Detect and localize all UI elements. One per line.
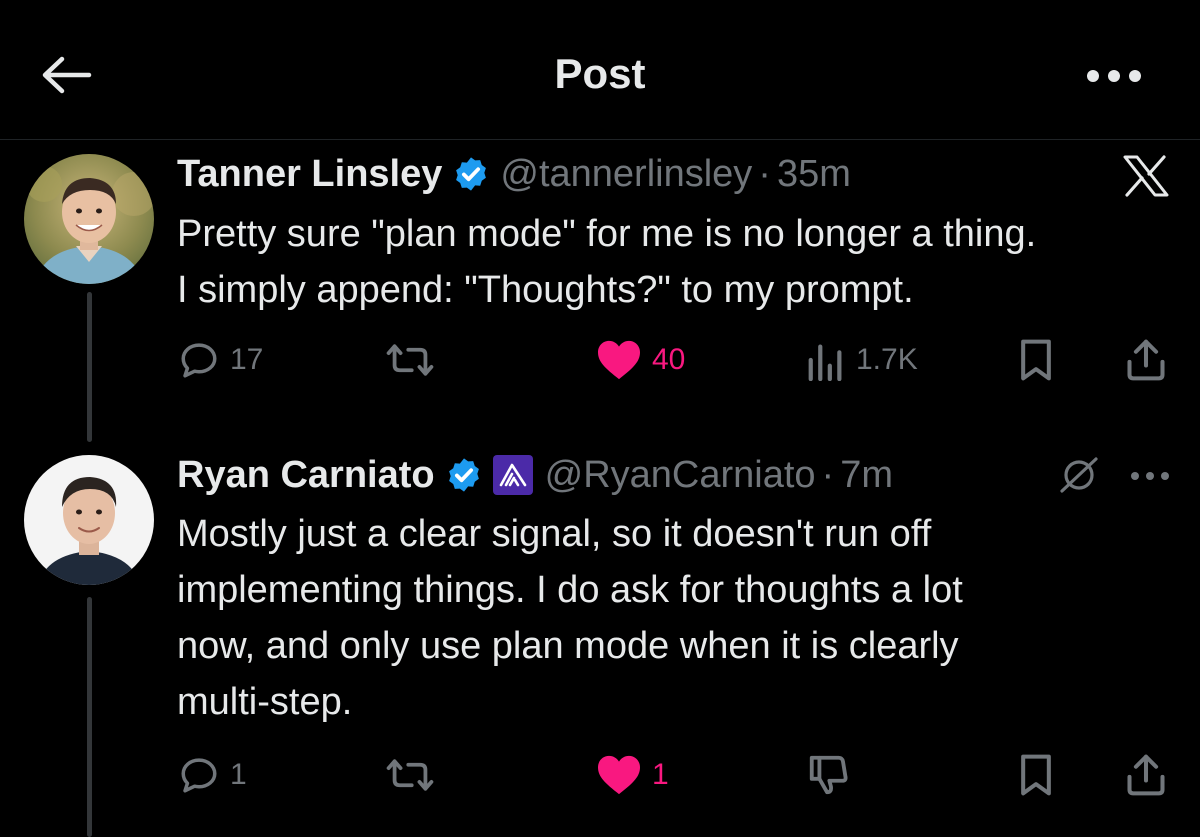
avatar-image	[24, 455, 154, 585]
share-button[interactable]	[1124, 335, 1168, 385]
post-timestamp[interactable]: 7m	[840, 454, 893, 497]
solid-js-logo-icon[interactable]	[492, 455, 533, 495]
post-text-line: Pretty sure "plan mode" for me is no lon…	[177, 213, 1037, 255]
reply-button[interactable]: 17	[178, 335, 263, 385]
verified-badge-icon[interactable]	[445, 456, 483, 494]
reply-count: 1	[230, 758, 247, 791]
thread-connector-line	[87, 292, 92, 442]
reply-button[interactable]: 1	[178, 750, 247, 800]
post-author: Ryan Carniato @RyanCarniato · 7m	[177, 451, 893, 499]
post-body: Mostly just a clear signal, so it doesn'…	[177, 506, 1177, 730]
views-button[interactable]: 1.7K	[806, 335, 918, 385]
share-icon	[1127, 339, 1165, 381]
avatar[interactable]	[24, 154, 154, 284]
more-options-button[interactable]	[1082, 58, 1146, 94]
post-author: Tanner Linsley @tannerlinsley · 35m	[177, 150, 851, 198]
author-name[interactable]: Ryan Carniato	[177, 454, 435, 497]
author-name[interactable]: Tanner Linsley	[177, 153, 442, 196]
author-handle[interactable]: @tannerlinsley	[500, 153, 752, 196]
verified-badge-icon[interactable]	[452, 155, 490, 193]
like-button[interactable]: 1	[596, 750, 669, 800]
reply-icon	[181, 758, 217, 793]
x-logo-icon	[1120, 153, 1172, 199]
downvote-button[interactable]	[806, 750, 852, 800]
bookmark-icon	[1021, 339, 1051, 381]
post-text-line: multi-step.	[177, 681, 353, 723]
bookmark-icon	[1021, 754, 1051, 796]
post-text-line: Mostly just a clear signal, so it doesn'…	[177, 513, 932, 555]
heart-filled-icon	[598, 340, 640, 380]
post-text-line: implementing things. I do ask for though…	[177, 569, 963, 611]
author-handle[interactable]: @RyanCarniato	[545, 454, 816, 497]
views-chart-icon	[808, 344, 842, 381]
thumbs-down-icon	[809, 755, 848, 795]
post-text-line: now, and only use plan mode when it is c…	[177, 625, 959, 667]
repost-button[interactable]	[386, 335, 434, 385]
post-text-line: I simply append: "Thoughts?" to my promp…	[177, 269, 914, 311]
separator-dot: ·	[821, 453, 835, 496]
reply-icon	[181, 343, 217, 378]
like-count: 40	[652, 343, 686, 376]
heart-filled-icon	[598, 755, 640, 795]
like-count: 1	[652, 758, 669, 791]
post-body: Pretty sure "plan mode" for me is no lon…	[177, 206, 1177, 318]
post-timestamp[interactable]: 35m	[777, 153, 851, 196]
top-bar: Post	[0, 0, 1200, 140]
avatar[interactable]	[24, 455, 154, 585]
repost-button[interactable]	[386, 750, 434, 800]
views-count: 1.7K	[856, 343, 918, 376]
arrow-left-icon	[42, 56, 92, 94]
back-button[interactable]	[40, 52, 92, 98]
reply-count: 17	[230, 343, 264, 376]
bookmark-button[interactable]	[1016, 335, 1056, 385]
more-horizontal-icon[interactable]	[1128, 466, 1172, 486]
page-title: Post	[554, 50, 646, 97]
avatar-image	[24, 154, 154, 284]
more-horizontal-icon	[1087, 70, 1141, 82]
like-button[interactable]: 40	[596, 335, 685, 385]
thread-connector-line	[87, 597, 92, 837]
repost-icon	[386, 344, 434, 376]
separator-dot: ·	[758, 152, 771, 195]
share-icon	[1127, 754, 1165, 796]
share-button[interactable]	[1124, 750, 1168, 800]
grok-icon[interactable]	[1054, 453, 1104, 497]
bookmark-button[interactable]	[1016, 750, 1056, 800]
repost-icon	[386, 759, 434, 791]
